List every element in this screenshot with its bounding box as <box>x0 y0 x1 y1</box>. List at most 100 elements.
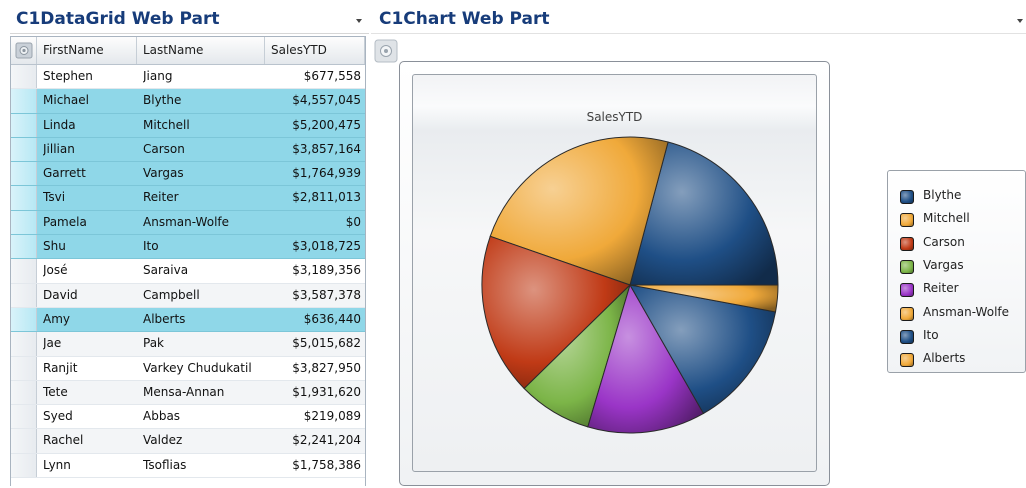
cell-firstname[interactable]: Garrett <box>43 162 135 185</box>
table-row[interactable]: Pamela Ansman-Wolfe $0 <box>11 210 365 236</box>
cell-firstname[interactable]: Amy <box>43 308 135 331</box>
cell-lastname[interactable]: Vargas <box>143 162 263 185</box>
legend-label: Ansman-Wolfe <box>923 304 1010 319</box>
grid-rows: Stephen Jiang $677,558 Michael Blythe $4,557,… <box>11 65 365 479</box>
row-header[interactable] <box>11 356 37 380</box>
cell-lastname[interactable]: Campbell <box>143 284 263 307</box>
cell-firstname[interactable]: Jae <box>43 332 135 355</box>
cell-lastname[interactable]: Saraiva <box>143 259 263 282</box>
cell-lastname[interactable]: Blythe <box>143 89 263 112</box>
table-row[interactable]: Jae Pak $5,015,682 <box>11 332 365 357</box>
cell-firstname[interactable]: Lynn <box>43 454 135 477</box>
cell-firstname[interactable]: Jillian <box>43 138 135 161</box>
cell-salesytd[interactable]: $3,587,378 <box>265 284 361 307</box>
table-row[interactable]: José Saraiva $3,189,356 <box>11 259 365 284</box>
row-header[interactable] <box>11 235 37 259</box>
cell-lastname[interactable]: Mitchell <box>143 114 263 137</box>
table-row[interactable]: Stephen Jiang $677,558 <box>11 65 365 90</box>
cell-salesytd[interactable]: $5,015,682 <box>265 332 361 355</box>
cell-firstname[interactable]: David <box>43 284 135 307</box>
cell-lastname[interactable]: Ansman-Wolfe <box>143 211 263 234</box>
cell-salesytd[interactable]: $2,241,204 <box>265 429 361 452</box>
cell-firstname[interactable]: Shu <box>43 235 135 258</box>
cell-salesytd[interactable]: $677,558 <box>265 65 361 88</box>
row-header[interactable] <box>11 307 37 332</box>
cell-lastname[interactable]: Abbas <box>143 405 263 428</box>
data-grid[interactable]: FirstName LastName SalesYTD Stephen Jiang… <box>10 36 366 486</box>
row-header[interactable] <box>11 283 37 307</box>
row-header[interactable] <box>11 259 37 283</box>
table-row[interactable]: David Campbell $3,587,378 <box>11 283 365 308</box>
cell-salesytd[interactable]: $3,189,356 <box>265 259 361 282</box>
cell-lastname[interactable]: Pak <box>143 332 263 355</box>
cell-firstname[interactable]: Tsvi <box>43 186 135 209</box>
cell-salesytd[interactable]: $1,758,386 <box>265 454 361 477</box>
row-header[interactable] <box>11 186 37 210</box>
cell-firstname[interactable]: José <box>43 259 135 282</box>
table-row[interactable]: Tsvi Reiter $2,811,013 <box>11 186 365 211</box>
table-row[interactable]: Ranjit Varkey Chudukatil $3,827,950 <box>11 356 365 381</box>
table-row[interactable]: Jillian Carson $3,857,164 <box>11 137 365 163</box>
cell-firstname[interactable]: Tete <box>43 381 135 404</box>
row-header[interactable] <box>11 405 37 429</box>
cell-salesytd[interactable]: $3,827,950 <box>265 357 361 380</box>
row-header[interactable] <box>11 429 37 453</box>
cell-firstname[interactable]: Linda <box>43 114 135 137</box>
cell-salesytd[interactable]: $219,089 <box>265 405 361 428</box>
pie-chart[interactable] <box>413 75 818 473</box>
grid-corner-cell[interactable] <box>11 37 37 64</box>
cell-firstname[interactable]: Ranjit <box>43 357 135 380</box>
grid-settings-icon[interactable] <box>15 42 33 59</box>
cell-firstname[interactable]: Pamela <box>43 211 135 234</box>
table-row[interactable]: Garrett Vargas $1,764,939 <box>11 162 365 187</box>
row-header[interactable] <box>11 210 37 235</box>
cell-salesytd[interactable]: $1,764,939 <box>265 162 361 185</box>
cell-lastname[interactable]: Alberts <box>143 308 263 331</box>
row-header[interactable] <box>11 89 37 113</box>
cell-firstname[interactable]: Syed <box>43 405 135 428</box>
table-row[interactable]: Linda Mitchell $5,200,475 <box>11 113 365 138</box>
cell-lastname[interactable]: Ito <box>143 235 263 258</box>
cell-salesytd[interactable]: $2,811,013 <box>265 186 361 209</box>
cell-lastname[interactable]: Reiter <box>143 186 263 209</box>
table-row[interactable]: Rachel Valdez $2,241,204 <box>11 429 365 454</box>
cell-lastname[interactable]: Jiang <box>143 65 263 88</box>
column-header-firstname[interactable]: FirstName <box>37 37 137 64</box>
column-header-salesytd[interactable]: SalesYTD <box>265 37 365 64</box>
cell-firstname[interactable]: Rachel <box>43 429 135 452</box>
cell-lastname[interactable]: Carson <box>143 138 263 161</box>
row-header[interactable] <box>11 332 37 356</box>
cell-salesytd[interactable]: $0 <box>265 211 361 234</box>
legend-label: Reiter <box>923 281 959 296</box>
chart-legend: Blythe Mitchell Carson Vargas Reiter Ansman-W… <box>887 170 1026 373</box>
cell-salesytd[interactable]: $5,200,475 <box>265 114 361 137</box>
table-row[interactable]: Syed Abbas $219,089 <box>11 405 365 430</box>
cell-lastname[interactable]: Mensa-Annan <box>143 381 263 404</box>
cell-salesytd[interactable]: $4,557,045 <box>265 89 361 112</box>
table-row[interactable]: Michael Blythe $4,557,045 <box>11 89 365 114</box>
datagrid-part-menu-icon[interactable] <box>355 16 365 26</box>
chart-settings-icon[interactable] <box>373 38 399 64</box>
row-header[interactable] <box>11 137 37 162</box>
cell-lastname[interactable]: Tsoflias <box>143 454 263 477</box>
cell-salesytd[interactable]: $636,440 <box>265 308 361 331</box>
row-header[interactable] <box>11 113 37 137</box>
cell-firstname[interactable]: Stephen <box>43 65 135 88</box>
column-header-lastname[interactable]: LastName <box>137 37 265 64</box>
table-row[interactable]: Lynn Tsoflias $1,758,386 <box>11 453 365 479</box>
table-row[interactable]: Shu Ito $3,018,725 <box>11 235 365 260</box>
cell-firstname[interactable]: Michael <box>43 89 135 112</box>
legend-label: Alberts <box>923 351 966 366</box>
row-header[interactable] <box>11 65 37 89</box>
table-row[interactable]: Amy Alberts $636,440 <box>11 307 365 333</box>
cell-salesytd[interactable]: $3,857,164 <box>265 138 361 161</box>
chart-part-menu-icon[interactable] <box>1016 16 1026 26</box>
cell-lastname[interactable]: Valdez <box>143 429 263 452</box>
cell-salesytd[interactable]: $3,018,725 <box>265 235 361 258</box>
table-row[interactable]: Tete Mensa-Annan $1,931,620 <box>11 380 365 406</box>
cell-salesytd[interactable]: $1,931,620 <box>265 381 361 404</box>
row-header[interactable] <box>11 453 37 478</box>
row-header[interactable] <box>11 162 37 186</box>
row-header[interactable] <box>11 380 37 405</box>
cell-lastname[interactable]: Varkey Chudukatil <box>143 357 263 380</box>
